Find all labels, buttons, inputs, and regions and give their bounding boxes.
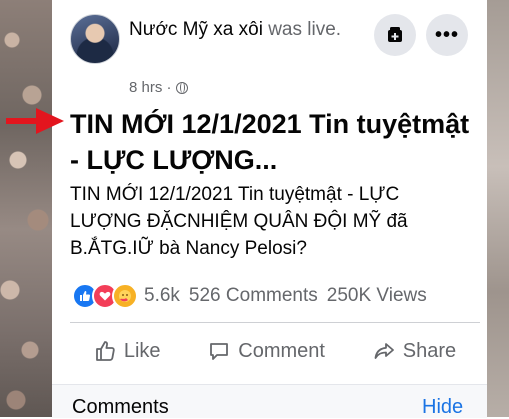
red-arrow-annotation <box>6 108 64 134</box>
post-header: Nước Mỹ xa xôi was live. <box>129 18 359 41</box>
post-actions: Like Comment Share <box>70 330 480 372</box>
comment-icon <box>210 343 229 360</box>
background-photo-left <box>0 0 52 417</box>
share-icon <box>374 343 394 359</box>
post-time[interactable]: 8 hrs · <box>129 79 172 96</box>
comment-button[interactable]: Comment <box>208 340 325 363</box>
comment-count[interactable]: 526 Comments <box>189 285 318 307</box>
comments-heading: Comments <box>72 396 169 418</box>
author-name[interactable]: Nước Mỹ xa xôi <box>129 19 263 40</box>
author-avatar[interactable] <box>70 14 120 64</box>
save-bookmark-icon <box>388 27 402 42</box>
post-meta: 8 hrs · <box>129 79 188 96</box>
share-button[interactable]: Share <box>373 340 456 363</box>
reaction-count[interactable]: 5.6k <box>144 285 180 307</box>
share-label: Share <box>402 339 457 362</box>
comment-label: Comment <box>238 339 325 362</box>
live-status: was live. <box>262 19 342 40</box>
background-photo-right <box>487 0 509 417</box>
globe-icon <box>175 81 188 94</box>
divider <box>70 322 480 323</box>
reaction-icons[interactable] <box>72 283 138 309</box>
post-stats: 5.6k 526 Comments 250K Views <box>72 283 482 309</box>
more-dots-icon: ••• <box>434 23 459 46</box>
hide-comments-link[interactable]: Hide <box>422 396 463 419</box>
post-card: Nước Mỹ xa xôi was live. 8 hrs · ••• TIN… <box>52 0 487 419</box>
more-options-button[interactable]: ••• <box>426 14 468 56</box>
like-label: Like <box>123 339 161 362</box>
like-button[interactable]: Like <box>94 340 161 363</box>
view-count: 250K Views <box>326 285 427 306</box>
post-title[interactable]: TIN MỚI 12/1/2021 Tin tuyệtmật - LỰC LƯỢ… <box>70 106 480 178</box>
save-button[interactable] <box>374 14 416 56</box>
like-icon <box>95 341 115 361</box>
care-reaction-icon <box>112 283 138 309</box>
post-body: TIN MỚI 12/1/2021 Tin tuyệtmật - LỰC LƯỢ… <box>70 184 408 259</box>
